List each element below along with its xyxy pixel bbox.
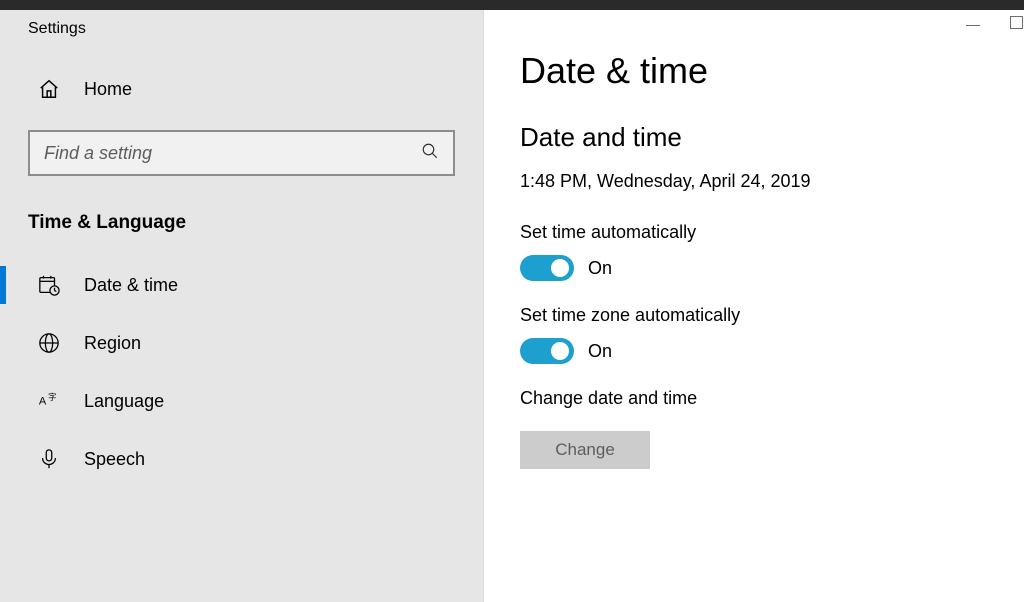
app-title-row: Settings xyxy=(0,10,483,40)
search-icon xyxy=(421,142,439,165)
page-title: Date & time xyxy=(520,50,988,92)
toggle-knob xyxy=(551,342,569,360)
nav-item-language[interactable]: A 字 Language xyxy=(0,372,483,430)
calendar-clock-icon xyxy=(38,274,60,296)
window: Settings Home xyxy=(0,10,1024,602)
change-button[interactable]: Change xyxy=(520,431,650,469)
change-datetime-label: Change date and time xyxy=(520,388,988,409)
home-nav[interactable]: Home xyxy=(0,40,483,120)
set-time-auto-toggle[interactable] xyxy=(520,255,574,281)
search-box[interactable] xyxy=(28,130,455,176)
language-icon: A 字 xyxy=(38,390,60,412)
nav-item-label: Region xyxy=(84,333,141,354)
nav-item-speech[interactable]: Speech xyxy=(0,430,483,488)
nav-item-label: Speech xyxy=(84,449,145,470)
minimize-icon[interactable] xyxy=(966,25,980,26)
category-heading: Time & Language xyxy=(0,198,483,256)
section-title: Date and time xyxy=(520,122,988,153)
sidebar: Settings Home xyxy=(0,10,484,602)
search-input[interactable] xyxy=(44,143,421,164)
svg-text:字: 字 xyxy=(48,392,56,402)
change-datetime-block: Change date and time Change xyxy=(520,388,988,469)
toggle-row: On xyxy=(520,255,988,281)
set-tz-auto-state: On xyxy=(588,341,612,362)
globe-icon xyxy=(38,332,60,354)
toggle-knob xyxy=(551,259,569,277)
set-tz-auto-toggle[interactable] xyxy=(520,338,574,364)
nav-list: Date & time Region A 字 xyxy=(0,256,483,488)
set-tz-auto-label: Set time zone automatically xyxy=(520,305,988,326)
set-tz-auto-block: Set time zone automatically On xyxy=(520,305,988,364)
window-controls xyxy=(966,16,1023,29)
svg-text:A: A xyxy=(39,396,47,408)
current-datetime: 1:48 PM, Wednesday, April 24, 2019 xyxy=(520,171,988,192)
microphone-icon xyxy=(38,448,60,470)
main-content: Date & time Date and time 1:48 PM, Wedne… xyxy=(484,10,1024,602)
nav-item-label: Date & time xyxy=(84,275,178,296)
set-time-auto-state: On xyxy=(588,258,612,279)
search-container xyxy=(28,130,455,176)
set-time-auto-block: Set time automatically On xyxy=(520,222,988,281)
maximize-icon[interactable] xyxy=(1010,16,1023,29)
home-icon xyxy=(38,78,60,100)
set-time-auto-label: Set time automatically xyxy=(520,222,988,243)
titlebar xyxy=(0,0,1024,10)
home-label: Home xyxy=(84,79,132,100)
nav-item-region[interactable]: Region xyxy=(0,314,483,372)
nav-item-label: Language xyxy=(84,391,164,412)
nav-item-date-time[interactable]: Date & time xyxy=(0,256,483,314)
app-title: Settings xyxy=(28,20,86,38)
toggle-row: On xyxy=(520,338,988,364)
